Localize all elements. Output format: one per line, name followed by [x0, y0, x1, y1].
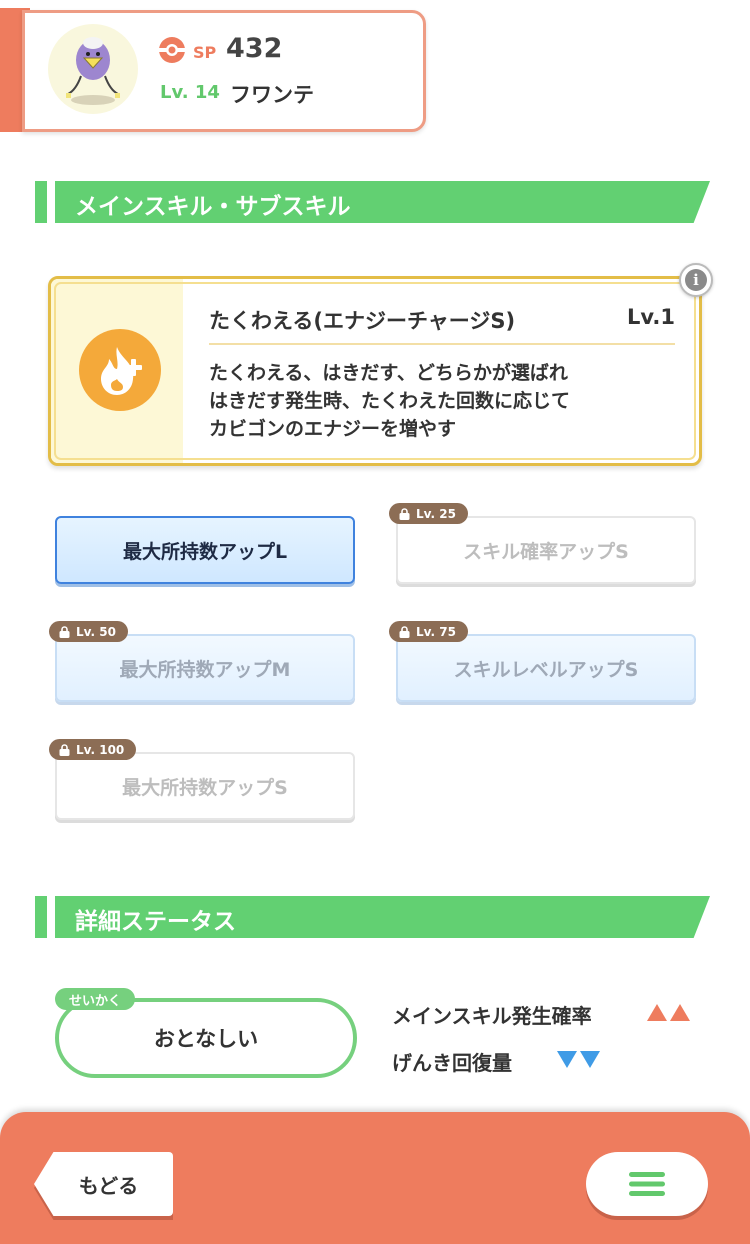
- up-arrow-icon: [647, 1004, 667, 1021]
- down-arrow-icon: [580, 1051, 600, 1068]
- drifloon-icon: [66, 37, 120, 105]
- up-stat-label: メインスキル発生確率: [392, 1004, 592, 1028]
- main-skill-card[interactable]: たくわえる(エナジーチャージS) Lv.1 たくわえる、はきだす、どちらかが選ば…: [48, 276, 702, 466]
- info-icon: i: [685, 269, 707, 291]
- subskill-2-button[interactable]: スキル確率アップS: [396, 516, 696, 584]
- lock-icon: [59, 743, 70, 756]
- subskill-label: 最大所持数アップS: [122, 776, 288, 799]
- description-line: はきだす発生時、たくわえた回数に応じて: [209, 390, 571, 412]
- section-header-skills: メインスキル・サブスキル: [35, 181, 710, 223]
- divider: [209, 343, 675, 345]
- down-stat-label: げんき回復量: [392, 1051, 512, 1075]
- nature-value: おとなしい: [153, 1027, 259, 1051]
- main-skill-description: たくわえる、はきだす、どちらかが選ばれ はきだす発生時、たくわえた回数に応じて …: [209, 359, 669, 443]
- down-arrow-icon: [557, 1051, 577, 1068]
- subskill-5-button[interactable]: 最大所持数アップS: [55, 752, 355, 820]
- lock-badge: Lv. 25: [389, 503, 468, 524]
- lock-badge: Lv. 50: [49, 621, 128, 642]
- sp-label: SP: [193, 43, 217, 62]
- stat-down-arrows: [557, 1051, 600, 1068]
- pokemon-level: Lv. 14: [160, 82, 220, 103]
- lock-level: Lv. 75: [416, 624, 456, 639]
- nature-box: おとなしい: [55, 998, 357, 1078]
- pokemon-name: フワンテ: [230, 83, 314, 107]
- subskill-3-button[interactable]: 最大所持数アップM: [55, 634, 355, 702]
- pokemon-avatar: [48, 24, 138, 114]
- subskill-label: 最大所持数アップL: [122, 540, 288, 563]
- nature-tag: せいかく: [55, 988, 136, 1010]
- section-title: 詳細ステータス: [75, 909, 236, 935]
- subskill-label: スキル確率アップS: [463, 540, 629, 563]
- section-header-status: 詳細ステータス: [35, 896, 710, 938]
- subskill-1-button[interactable]: 最大所持数アップL: [55, 516, 355, 584]
- flame-plus-icon: [79, 329, 161, 411]
- back-button[interactable]: もどる: [34, 1152, 173, 1216]
- main-skill-level: Lv.1: [627, 305, 675, 329]
- hamburger-menu-icon: [629, 1172, 665, 1196]
- lock-level: Lv. 100: [76, 742, 125, 757]
- subskill-4-button[interactable]: スキルレベルアップS: [396, 634, 696, 702]
- subskill-label: 最大所持数アップM: [119, 658, 291, 681]
- lock-icon: [59, 625, 70, 638]
- menu-button[interactable]: [586, 1152, 708, 1216]
- pokeball-icon: [159, 37, 185, 63]
- lock-badge: Lv. 75: [389, 621, 468, 642]
- description-line: カビゴンのエナジーを増やす: [209, 418, 457, 440]
- description-line: たくわえる、はきだす、どちらかが選ばれ: [209, 362, 568, 384]
- lock-level: Lv. 50: [76, 624, 116, 639]
- back-label: もどる: [78, 1173, 139, 1198]
- sp-value: 432: [226, 33, 283, 64]
- section-title: メインスキル・サブスキル: [75, 194, 351, 220]
- lock-level: Lv. 25: [416, 506, 456, 521]
- info-button[interactable]: i: [679, 263, 713, 297]
- lock-icon: [399, 507, 410, 520]
- lock-icon: [399, 625, 410, 638]
- main-skill-name: たくわえる(エナジーチャージS): [209, 309, 516, 333]
- stat-up-arrows: [647, 1004, 690, 1021]
- up-arrow-icon: [670, 1004, 690, 1021]
- lock-badge: Lv. 100: [49, 739, 137, 760]
- subskill-label: スキルレベルアップS: [453, 658, 639, 681]
